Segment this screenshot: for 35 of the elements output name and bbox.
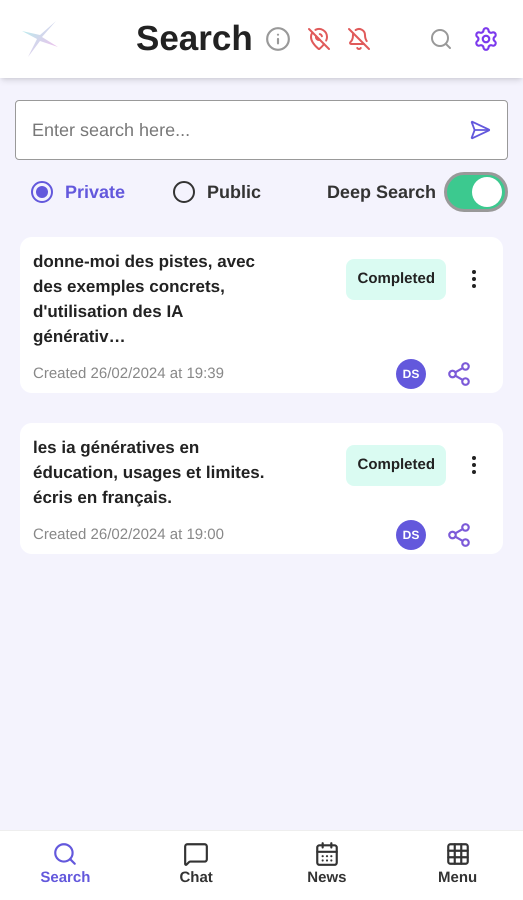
search-icon [52, 841, 78, 868]
bell-off-icon[interactable] [346, 27, 371, 51]
created-date: Created 26/02/2024 at 19:00 [33, 524, 224, 545]
result-card[interactable]: les ia génératives en éducation, usages et limites. écris en français. Completed Created 26/02/2024 at 19:00 DS [20, 423, 503, 554]
settings-icon[interactable] [473, 26, 499, 52]
search-field[interactable]: Enter search here... [32, 116, 469, 144]
chat-bubble-icon [183, 841, 210, 868]
search-box[interactable]: Enter search here... [15, 100, 508, 160]
search-icon[interactable] [429, 27, 453, 51]
radio-button[interactable] [173, 181, 196, 203]
result-title: donne-moi des pistes, avec des exemples concrets, d'utilisation des IA générativ… [33, 251, 256, 348]
nav-tab[interactable]: Search [0, 831, 131, 900]
result-title: les ia génératives en éducation, usages et limites. écris en français. [33, 437, 266, 509]
status-badge: Completed [346, 445, 446, 486]
deep-search-toggle[interactable] [444, 172, 508, 212]
nav-tab[interactable]: News [262, 831, 392, 900]
send-icon[interactable] [469, 119, 491, 141]
radio-option[interactable]: Private [31, 178, 126, 206]
page-title: Search [136, 18, 253, 60]
created-date: Created 26/02/2024 at 19:39 [33, 364, 224, 384]
share-icon[interactable] [446, 522, 472, 548]
status-badge: Completed [346, 259, 446, 300]
user-avatar: DS [396, 359, 426, 389]
pin-off-icon[interactable] [306, 27, 331, 51]
nav-tab[interactable]: Chat [130, 831, 262, 900]
radio-option[interactable]: Public [173, 178, 262, 206]
user-avatar: DS [396, 520, 426, 550]
result-card[interactable]: donne-moi des pistes, avec des exemples concrets, d'utilisation des IA générativ… Completed Created 26/02/2024 at 19:39 DS [20, 237, 503, 393]
nav-tab[interactable]: Menu [392, 831, 523, 900]
share-icon[interactable] [446, 361, 472, 387]
grid-icon [444, 841, 471, 868]
deep-search-label: Deep Search [326, 180, 436, 204]
radio-button[interactable] [31, 181, 53, 203]
info-icon[interactable] [264, 26, 291, 52]
calendar-icon [314, 841, 340, 868]
